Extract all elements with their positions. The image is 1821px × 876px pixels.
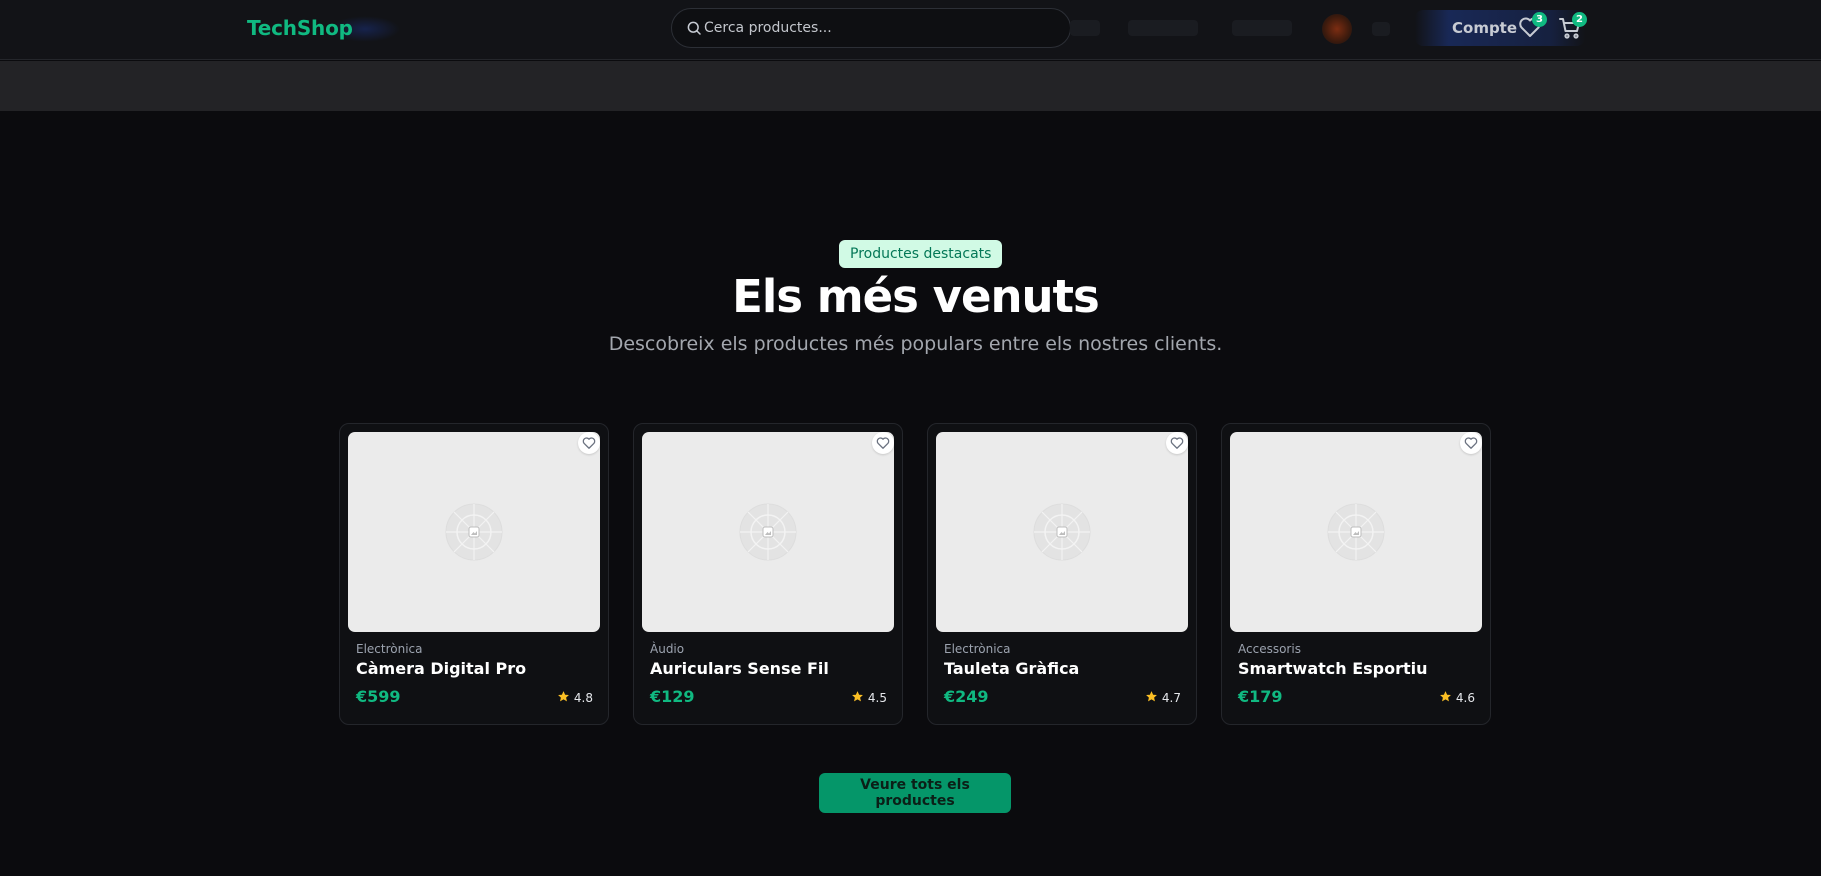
favorite-button[interactable] bbox=[872, 432, 894, 454]
secondary-bar bbox=[0, 61, 1821, 111]
product-category: Àudio bbox=[650, 642, 685, 656]
product-price: €599 bbox=[356, 687, 401, 706]
product-name[interactable]: Tauleta Gràfica bbox=[944, 659, 1079, 678]
product-rating: 4.5 bbox=[851, 690, 887, 706]
product-price: €179 bbox=[1238, 687, 1283, 706]
product-category: Electrònica bbox=[356, 642, 423, 656]
product-category: Electrònica bbox=[944, 642, 1011, 656]
product-rating: 4.6 bbox=[1439, 690, 1475, 706]
product-card[interactable]: Electrònica Tauleta Gràfica €249 4.7 bbox=[927, 423, 1197, 725]
view-all-products-button[interactable]: Veure tots els productes bbox=[819, 773, 1011, 813]
star-icon bbox=[1439, 690, 1452, 706]
image-placeholder-icon bbox=[1326, 502, 1386, 562]
section-title: Els més venuts bbox=[732, 270, 1100, 323]
star-icon bbox=[851, 690, 864, 706]
product-image bbox=[642, 432, 894, 632]
rating-value: 4.5 bbox=[867, 691, 887, 705]
image-placeholder-icon bbox=[444, 502, 504, 562]
cart-count-badge: 2 bbox=[1572, 12, 1587, 27]
product-rating: 4.8 bbox=[557, 690, 593, 706]
nav-placeholder bbox=[1372, 22, 1390, 36]
favorite-button[interactable] bbox=[578, 432, 600, 454]
product-card[interactable]: Accessoris Smartwatch Esportiu €179 4.6 bbox=[1221, 423, 1491, 725]
search-input[interactable] bbox=[704, 9, 1054, 47]
search-bar[interactable] bbox=[671, 8, 1071, 48]
image-placeholder-icon bbox=[738, 502, 798, 562]
product-card[interactable]: Electrònica Càmera Digital Pro €599 4.8 bbox=[339, 423, 609, 725]
product-image bbox=[936, 432, 1188, 632]
product-category: Accessoris bbox=[1238, 642, 1301, 656]
favorite-button[interactable] bbox=[1460, 432, 1482, 454]
search-icon bbox=[685, 19, 703, 37]
product-name[interactable]: Smartwatch Esportiu bbox=[1238, 659, 1428, 678]
wishlist-count-badge: 3 bbox=[1532, 12, 1547, 27]
product-card[interactable]: Àudio Auriculars Sense Fil €129 4.5 bbox=[633, 423, 903, 725]
site-header: TechShop Compte 3 2 bbox=[0, 0, 1821, 60]
product-price: €129 bbox=[650, 687, 695, 706]
section-badge: Productes destacats bbox=[839, 240, 1003, 268]
star-icon bbox=[1145, 690, 1158, 706]
rating-value: 4.7 bbox=[1161, 691, 1181, 705]
nav-placeholder bbox=[1232, 20, 1292, 36]
favorite-button[interactable] bbox=[1166, 432, 1188, 454]
cart-icon bbox=[1558, 18, 1582, 44]
nav-placeholder bbox=[1070, 20, 1100, 36]
product-price: €249 bbox=[944, 687, 989, 706]
logo-link[interactable]: TechShop bbox=[247, 16, 353, 40]
section-subtitle: Descobreix els productes més populars en… bbox=[608, 333, 1223, 355]
rating-value: 4.6 bbox=[1455, 691, 1475, 705]
star-icon bbox=[557, 690, 570, 706]
image-placeholder-icon bbox=[1032, 502, 1092, 562]
product-rating: 4.7 bbox=[1145, 690, 1181, 706]
avatar bbox=[1322, 14, 1352, 44]
nav-placeholder bbox=[1128, 20, 1198, 36]
product-name[interactable]: Auriculars Sense Fil bbox=[650, 659, 829, 678]
product-name[interactable]: Càmera Digital Pro bbox=[356, 659, 526, 678]
product-image bbox=[348, 432, 600, 632]
account-link[interactable]: Compte bbox=[1452, 19, 1517, 37]
rating-value: 4.8 bbox=[573, 691, 593, 705]
product-image bbox=[1230, 432, 1482, 632]
